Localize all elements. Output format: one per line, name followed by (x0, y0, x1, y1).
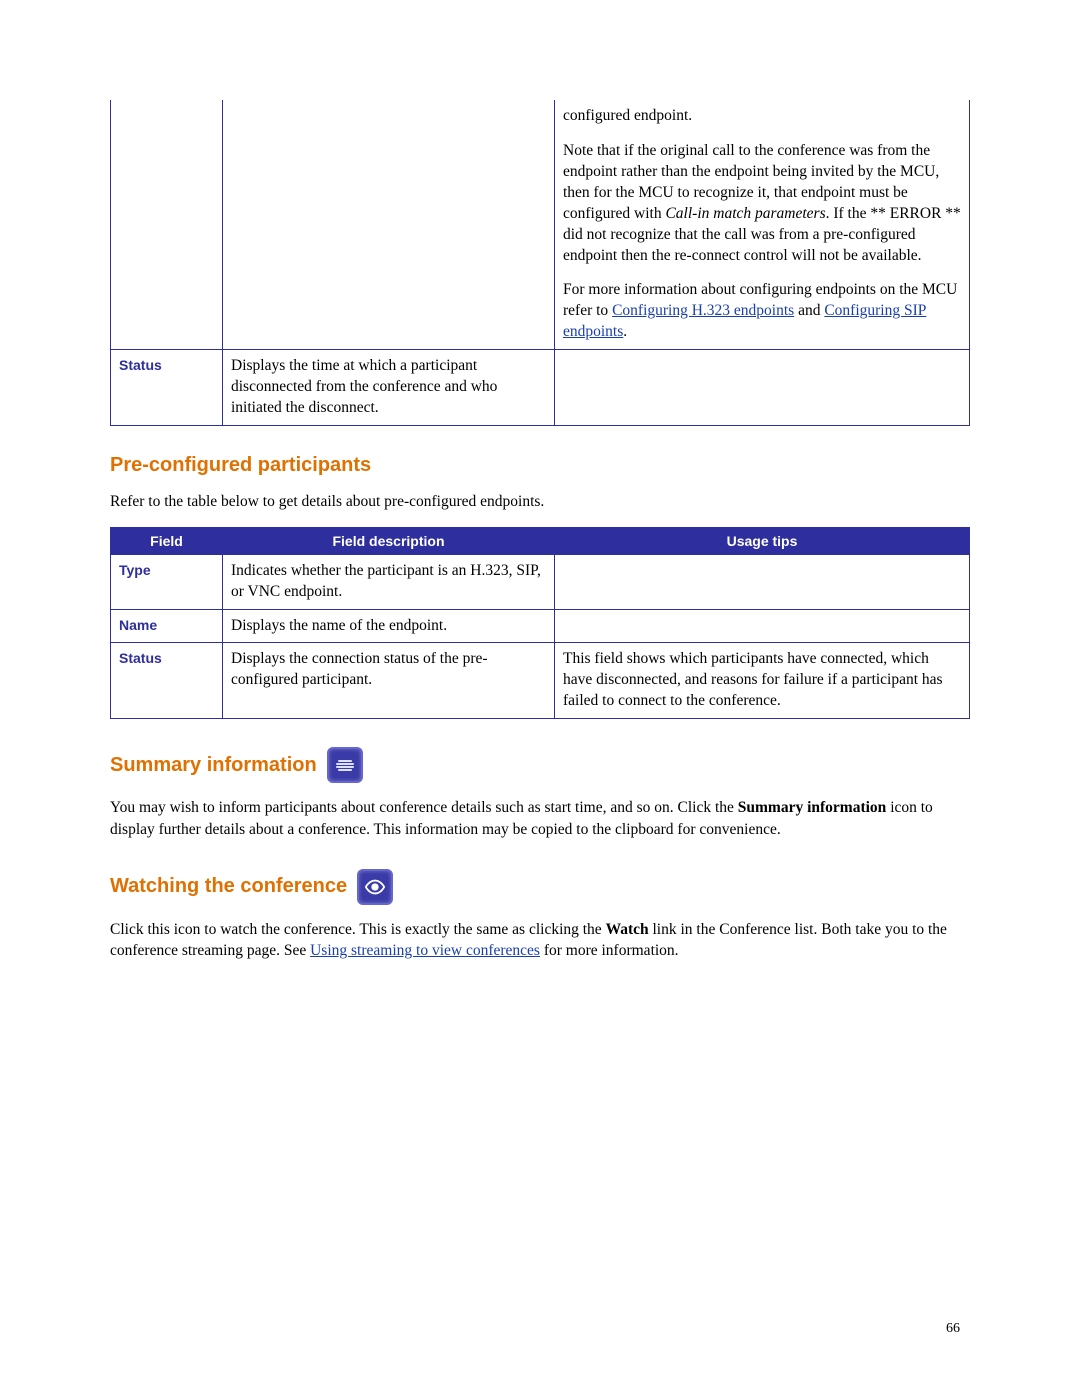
field-description: Displays the connection status of the pr… (223, 643, 555, 719)
tips-paragraph: For more information about configuring e… (563, 280, 961, 343)
table-row: configured endpoint. Note that if the or… (111, 100, 969, 350)
page-number: 66 (946, 1321, 960, 1337)
link-configuring-h323[interactable]: Configuring H.323 endpoints (612, 302, 794, 319)
summary-info-icon (327, 747, 363, 783)
table-row: Status Displays the time at which a part… (111, 350, 969, 425)
th-usage-tips: Usage tips (555, 527, 970, 554)
watch-body-text: Click this icon to watch the conference.… (110, 919, 970, 962)
usage-tips (555, 609, 970, 643)
tips-paragraph: Note that if the original call to the co… (563, 141, 961, 267)
field-label-status: Status (111, 643, 223, 719)
eye-icon (357, 869, 393, 905)
th-field: Field (111, 527, 223, 554)
table-previous-continuation: configured endpoint. Note that if the or… (110, 100, 970, 426)
table-row: Status Displays the connection status of… (111, 643, 970, 719)
tips-paragraph: configured endpoint. (563, 106, 961, 127)
usage-tips (555, 554, 970, 609)
field-description: Displays the time at which a participant… (223, 350, 555, 425)
intro-text: Refer to the table below to get details … (110, 491, 970, 513)
field-description: Indicates whether the participant is an … (223, 554, 555, 609)
heading-watching-conference: Watching the conference (110, 869, 970, 905)
summary-body-text: You may wish to inform participants abou… (110, 797, 970, 840)
table-preconfigured: Field Field description Usage tips Type … (110, 527, 970, 720)
field-description: Displays the name of the endpoint. (223, 609, 555, 643)
th-description: Field description (223, 527, 555, 554)
table-row: Type Indicates whether the participant i… (111, 554, 970, 609)
field-label-type: Type (111, 554, 223, 609)
link-using-streaming[interactable]: Using streaming to view conferences (310, 942, 540, 959)
heading-preconfigured-participants: Pre-configured participants (110, 454, 970, 477)
table-row: Name Displays the name of the endpoint. (111, 609, 970, 643)
field-label-status: Status (111, 350, 223, 425)
usage-tips: This field shows which participants have… (555, 643, 970, 719)
field-label-name: Name (111, 609, 223, 643)
heading-summary-information: Summary information (110, 747, 970, 783)
